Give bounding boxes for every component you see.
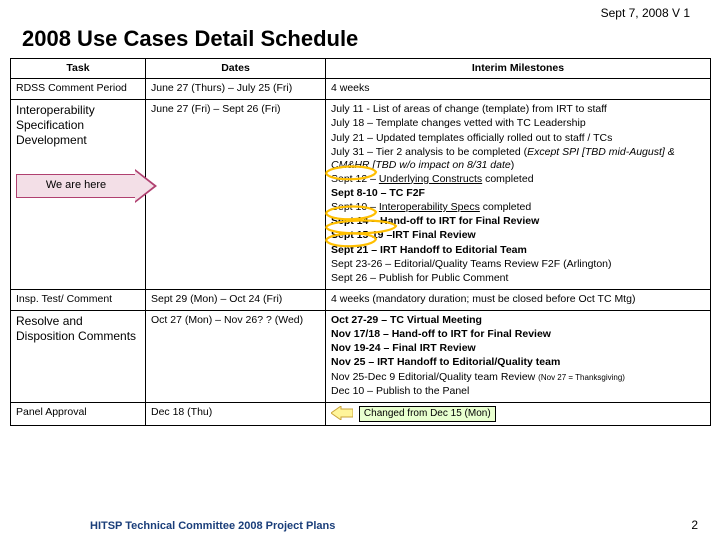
task-cell: Interoperability Specification Developme… <box>11 100 146 290</box>
milestone-line: Nov 17/18 – Hand-off to IRT for Final Re… <box>331 328 705 341</box>
col-dates: Dates <box>146 59 326 79</box>
dates-cell: June 27 (Fri) – Sept 26 (Fri) <box>146 100 326 290</box>
table-row: RDSS Comment Period June 27 (Thurs) – Ju… <box>11 79 711 100</box>
milestone-line: Sept 12 – Underlying Constructs complete… <box>331 173 705 186</box>
arrow-label: We are here <box>46 179 106 193</box>
header-date: Sept 7, 2008 V 1 <box>601 6 690 20</box>
milestone-line: July 21 – Updated templates officially r… <box>331 132 705 145</box>
task-text: Interoperability Specification Developme… <box>16 103 140 148</box>
milestone-line: 4 weeks <box>331 82 705 95</box>
table-row: Panel Approval Dec 18 (Thu) Changed from… <box>11 402 711 426</box>
dates-cell: Sept 29 (Mon) – Oct 24 (Fri) <box>146 289 326 310</box>
milestone-line: Sept 23-26 – Editorial/Quality Teams Rev… <box>331 258 705 271</box>
task-cell: Panel Approval <box>11 402 146 426</box>
milestone-line: 4 weeks (mandatory duration; must be clo… <box>331 293 705 306</box>
milestone-line: Sept 26 – Publish for Public Comment <box>331 272 705 285</box>
milestones-cell: Oct 27-29 – TC Virtual Meeting Nov 17/18… <box>326 311 711 403</box>
milestone-line: Sept 8-10 – TC F2F <box>331 187 705 200</box>
milestone-line: Nov 25-Dec 9 Editorial/Quality team Revi… <box>331 371 705 384</box>
dates-cell: June 27 (Thurs) – July 25 (Fri) <box>146 79 326 100</box>
schedule-table: Task Dates Interim Milestones RDSS Comme… <box>10 58 711 426</box>
milestone-line: July 31 – Tier 2 analysis to be complete… <box>331 146 705 172</box>
milestone-line: July 11 - List of areas of change (templ… <box>331 103 705 116</box>
task-cell: RDSS Comment Period <box>11 79 146 100</box>
changed-note: Changed from Dec 15 (Mon) <box>359 406 496 423</box>
header-row: Task Dates Interim Milestones <box>11 59 711 79</box>
footer-text: HITSP Technical Committee 2008 Project P… <box>90 520 335 532</box>
task-cell: Resolve and Disposition Comments <box>11 311 146 403</box>
col-milestones: Interim Milestones <box>326 59 711 79</box>
milestones-cell: July 11 - List of areas of change (templ… <box>326 100 711 290</box>
table-row: Insp. Test/ Comment Sept 29 (Mon) – Oct … <box>11 289 711 310</box>
milestone-line: Sept 14 – Hand-off to IRT for Final Revi… <box>331 215 705 228</box>
milestones-cell: 4 weeks <box>326 79 711 100</box>
milestones-cell: 4 weeks (mandatory duration; must be clo… <box>326 289 711 310</box>
milestone-line: July 18 – Template changes vetted with T… <box>331 117 705 130</box>
left-arrow-icon <box>331 406 353 420</box>
milestone-line: Nov 25 – IRT Handoff to Editorial/Qualit… <box>331 356 705 369</box>
milestone-line: Sept 15-19 –IRT Final Review <box>331 229 705 242</box>
dates-cell: Dec 18 (Thu) <box>146 402 326 426</box>
milestone-line: Sept 10 – Interoperability Specs complet… <box>331 201 705 214</box>
page-number: 2 <box>691 518 698 532</box>
we-are-here-arrow: We are here <box>16 174 166 198</box>
milestones-cell: Changed from Dec 15 (Mon) <box>326 402 711 426</box>
milestone-line: Dec 10 – Publish to the Panel <box>331 385 705 398</box>
dates-cell: Oct 27 (Mon) – Nov 26? ? (Wed) <box>146 311 326 403</box>
task-cell: Insp. Test/ Comment <box>11 289 146 310</box>
milestone-line: Nov 19-24 – Final IRT Review <box>331 342 705 355</box>
slide: Sept 7, 2008 V 1 2008 Use Cases Detail S… <box>0 0 720 540</box>
col-task: Task <box>11 59 146 79</box>
page-title: 2008 Use Cases Detail Schedule <box>22 26 358 52</box>
milestone-line: Oct 27-29 – TC Virtual Meeting <box>331 314 705 327</box>
milestone-line: Sept 21 – IRT Handoff to Editorial Team <box>331 244 705 257</box>
table-row: Interoperability Specification Developme… <box>11 100 711 290</box>
table-row: Resolve and Disposition Comments Oct 27 … <box>11 311 711 403</box>
